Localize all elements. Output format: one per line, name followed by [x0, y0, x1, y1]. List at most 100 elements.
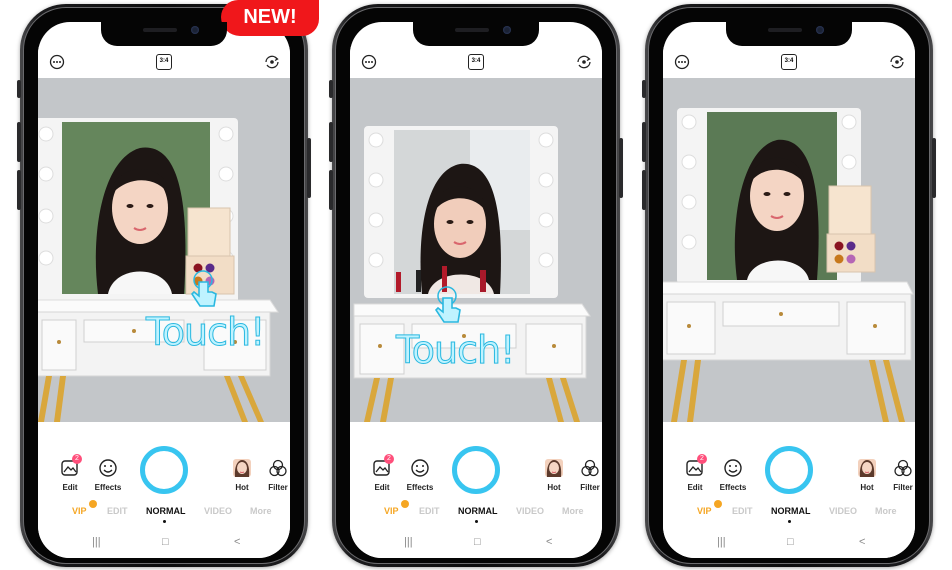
notch [726, 22, 852, 46]
notch [413, 22, 539, 46]
volume-down-button [642, 170, 646, 210]
mode-vip[interactable]: VIP [72, 506, 87, 516]
notification-badge: 2 [384, 454, 394, 464]
mode-selector: VIP EDIT NORMAL VIDEO More [350, 500, 602, 523]
filter-circles-icon [581, 459, 599, 477]
more-dots-icon[interactable] [674, 54, 690, 70]
active-mode-indicator [475, 520, 478, 523]
mode-video[interactable]: VIDEO [516, 506, 544, 516]
mode-video[interactable]: VIDEO [204, 506, 232, 516]
shutter-button[interactable] [452, 446, 500, 494]
mode-vip[interactable]: VIP [697, 506, 712, 516]
effects-tool-button[interactable]: Effects [402, 458, 438, 492]
shutter-button[interactable] [765, 446, 813, 494]
new-badge: NEW! [221, 0, 319, 36]
camera-top-bar: 3:4 [38, 46, 290, 78]
system-nav-bar: ||| □ < [350, 532, 602, 558]
edit-tool-button[interactable]: 2 Edit [52, 454, 88, 492]
phone-screen: 3:4 [350, 22, 602, 558]
switch-camera-icon[interactable] [889, 54, 905, 70]
recent-apps-button[interactable]: ||| [92, 536, 101, 548]
mode-selector: VIP EDIT NORMAL VIDEO More [663, 500, 915, 523]
camera-preview[interactable] [663, 78, 915, 422]
mode-more[interactable]: More [562, 506, 584, 516]
edit-tool-label: Edit [374, 483, 390, 492]
volume-up-button [642, 122, 646, 162]
vanity-scene [38, 78, 290, 422]
hot-tool-button[interactable]: Hot [224, 458, 260, 492]
effects-tool-label: Effects [406, 483, 434, 492]
hot-tool-label: Hot [547, 483, 561, 492]
volume-up-button [17, 122, 21, 162]
more-dots-icon[interactable] [361, 54, 377, 70]
hot-tool-button[interactable]: Hot [536, 458, 572, 492]
home-button[interactable]: □ [474, 536, 481, 548]
recent-apps-button[interactable]: ||| [717, 536, 726, 548]
mode-normal[interactable]: NORMAL [458, 506, 498, 516]
active-mode-indicator [163, 520, 166, 523]
mode-video[interactable]: VIDEO [829, 506, 857, 516]
phone-mockup-1: 3:4 Touch! 2 Edit Effects Hot Filter VIP… [17, 4, 311, 567]
mode-normal[interactable]: NORMAL [771, 506, 811, 516]
effects-tool-button[interactable]: Effects [90, 458, 126, 492]
hot-tool-button[interactable]: Hot [849, 458, 885, 492]
back-button[interactable]: < [234, 536, 240, 548]
mode-more[interactable]: More [250, 506, 272, 516]
aspect-ratio-label: 3:4 [159, 58, 169, 64]
switch-camera-icon[interactable] [576, 54, 592, 70]
home-button[interactable]: □ [162, 536, 169, 548]
mode-edit[interactable]: EDIT [732, 506, 753, 516]
back-button[interactable]: < [859, 536, 865, 548]
front-camera-icon [503, 26, 511, 34]
home-button[interactable]: □ [787, 536, 794, 548]
front-camera-icon [816, 26, 824, 34]
aspect-ratio-button[interactable]: 3:4 [156, 54, 172, 70]
effects-tool-label: Effects [94, 483, 122, 492]
mode-normal[interactable]: NORMAL [146, 506, 186, 516]
filter-circles-icon [894, 459, 912, 477]
camera-preview[interactable]: Touch! [350, 78, 602, 422]
crown-icon [401, 500, 409, 508]
hot-thumbnail-icon [233, 459, 251, 477]
mode-edit[interactable]: EDIT [419, 506, 440, 516]
filter-tool-button[interactable]: Filter [885, 458, 915, 492]
shutter-button[interactable] [140, 446, 188, 494]
mute-switch [329, 80, 333, 98]
mode-vip[interactable]: VIP [384, 506, 399, 516]
camera-controls: 2 Edit Effects Hot Filter VIP EDIT NORMA… [38, 422, 290, 558]
edit-tool-label: Edit [687, 483, 703, 492]
edit-tool-button[interactable]: 2 Edit [677, 454, 713, 492]
camera-top-bar: 3:4 [350, 46, 602, 78]
hot-thumbnail-icon [545, 459, 563, 477]
filter-tool-label: Filter [893, 483, 913, 492]
smiley-icon [99, 459, 117, 477]
edit-tool-button[interactable]: 2 Edit [364, 454, 400, 492]
filter-tool-button[interactable]: Filter [572, 458, 602, 492]
aspect-ratio-button[interactable]: 3:4 [781, 54, 797, 70]
hot-tool-label: Hot [860, 483, 874, 492]
touch-hint-text: Touch! [145, 310, 265, 355]
edit-tool-label: Edit [62, 483, 78, 492]
touch-hint-text: Touch! [395, 328, 515, 373]
more-dots-icon[interactable] [49, 54, 65, 70]
crown-icon [89, 500, 97, 508]
smiley-icon [724, 459, 742, 477]
filter-tool-label: Filter [268, 483, 288, 492]
effects-tool-button[interactable]: Effects [715, 458, 751, 492]
volume-down-button [329, 170, 333, 210]
camera-preview[interactable]: Touch! [38, 78, 290, 422]
mode-edit[interactable]: EDIT [107, 506, 128, 516]
phone-screen: 3:4 [663, 22, 915, 558]
system-nav-bar: ||| □ < [663, 532, 915, 558]
back-button[interactable]: < [546, 536, 552, 548]
filter-tool-button[interactable]: Filter [260, 458, 290, 492]
mode-more[interactable]: More [875, 506, 897, 516]
recent-apps-button[interactable]: ||| [404, 536, 413, 548]
aspect-ratio-button[interactable]: 3:4 [468, 54, 484, 70]
phone-mockup-2: 3:4 Touch! 2 Edit Effects Hot Filter VIP… [329, 4, 623, 567]
aspect-ratio-label: 3:4 [784, 58, 794, 64]
volume-down-button [17, 170, 21, 210]
notification-badge: 2 [72, 454, 82, 464]
switch-camera-icon[interactable] [264, 54, 280, 70]
system-nav-bar: ||| □ < [38, 532, 290, 558]
